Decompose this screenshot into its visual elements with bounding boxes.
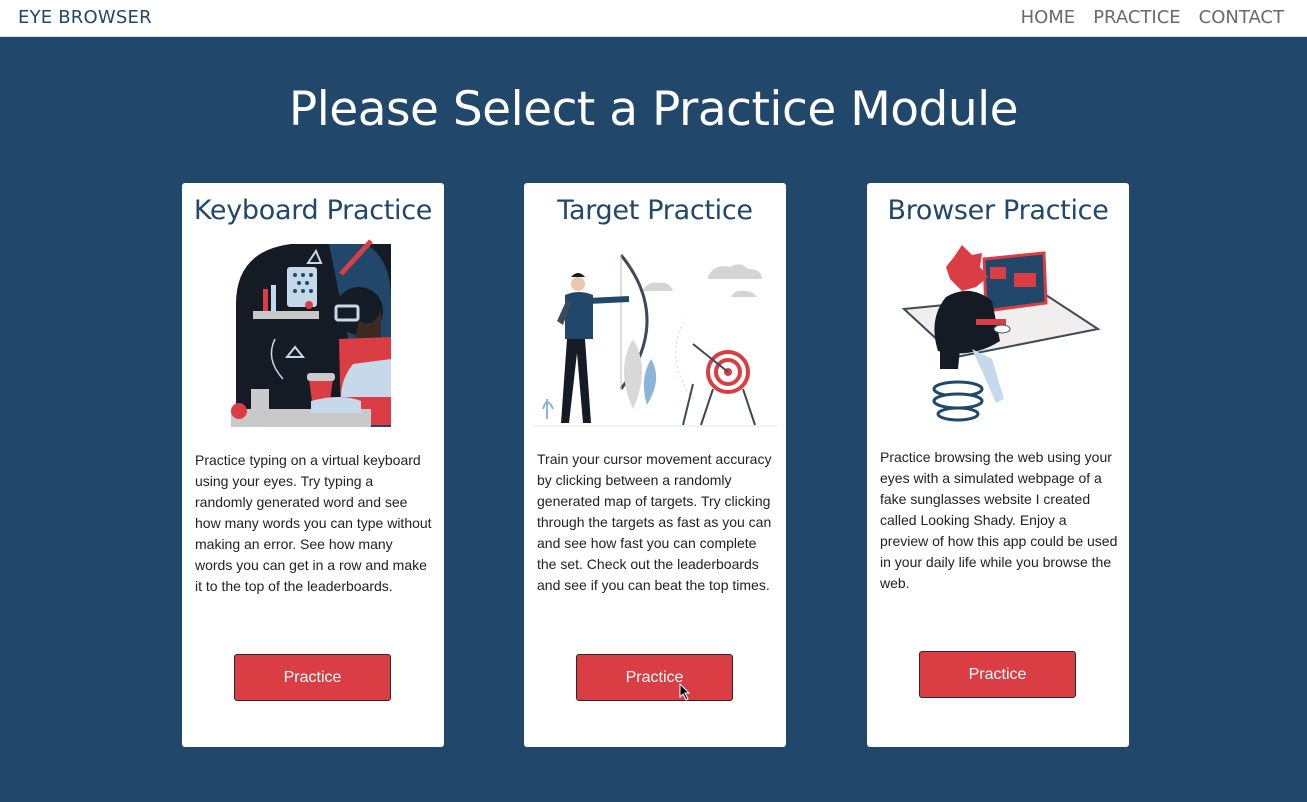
- nav-links: HOME PRACTICE CONTACT: [1021, 7, 1284, 28]
- nav-link-contact[interactable]: CONTACT: [1199, 7, 1284, 28]
- card-description: Practice browsing the web using your eye…: [880, 449, 1118, 591]
- card-target-practice: Target Practice Train your cursor moveme…: [524, 183, 786, 747]
- card-description: Practice typing on a virtual keyboard us…: [195, 452, 432, 594]
- target-practice-button[interactable]: Practice: [576, 654, 733, 701]
- person-at-computer-illustration: [901, 245, 1101, 422]
- card-browser-practice: Browser Practice Practice browsing the w…: [867, 183, 1129, 747]
- archer-target-illustration: [533, 254, 777, 427]
- card-title: Target Practice: [557, 195, 753, 226]
- mouse-cursor-icon: [679, 683, 691, 701]
- card-keyboard-practice: Keyboard Practice Practice typing on a v…: [182, 183, 444, 747]
- navbar: EYE BROWSER HOME PRACTICE CONTACT: [0, 0, 1307, 37]
- typing-person-illustration: [231, 239, 391, 427]
- browser-practice-button[interactable]: Practice: [919, 651, 1076, 698]
- brand-logo-link[interactable]: EYE BROWSER: [18, 7, 152, 28]
- nav-link-practice[interactable]: PRACTICE: [1093, 7, 1180, 28]
- card-title: Browser Practice: [887, 195, 1109, 226]
- card-title: Keyboard Practice: [193, 195, 433, 226]
- nav-link-home[interactable]: HOME: [1021, 7, 1076, 28]
- keyboard-practice-button[interactable]: Practice: [234, 654, 391, 701]
- page-title: Please Select a Practice Module: [288, 82, 1019, 137]
- card-description: Train your cursor movement accuracy by c…: [537, 451, 772, 593]
